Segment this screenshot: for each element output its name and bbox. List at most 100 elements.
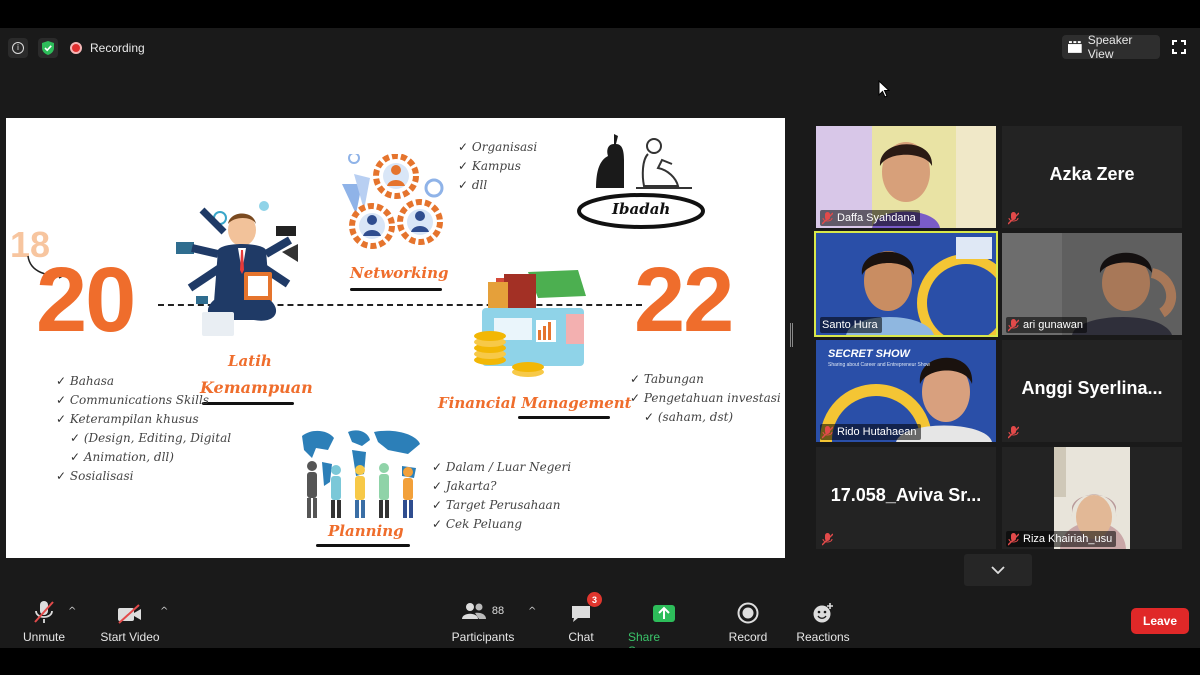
mic-muted-icon [822, 211, 833, 225]
participant-tile-aviva[interactable]: 17.058_Aviva Sr... [816, 447, 996, 549]
mic-muted-icon [822, 532, 833, 546]
participant-tile-rido[interactable]: SECRET SHOW Sharing about Career and Ent… [816, 340, 996, 442]
secret-show-overlay-subtitle: Sharing about Career and Entrepreneur Sh… [828, 362, 931, 368]
view-switch-button[interactable]: Speaker View [1062, 33, 1160, 61]
financial-list: Tabungan Pengetahuan investasi (saham, d… [630, 370, 781, 427]
participant-display-name: 17.058_Aviva Sr... [830, 485, 982, 505]
view-label: Speaker View [1087, 33, 1133, 61]
chat-button[interactable]: 3 Chat [565, 592, 602, 644]
mic-muted-icon [1008, 532, 1019, 546]
participant-name: Santo Hura [822, 319, 878, 331]
fullscreen-icon [1172, 40, 1186, 54]
planning-item: Cek Peluang [432, 515, 571, 534]
participants-button[interactable]: 88 Participants [450, 598, 516, 644]
participant-tile-riza[interactable]: Riza Khairiah_usu [1002, 447, 1182, 549]
ibadah-title: Ibadah [612, 200, 671, 218]
mic-muted-icon [34, 601, 54, 623]
multitask-businessman-illustration [176, 201, 298, 336]
participant-name: Daffa Syahdana [837, 212, 916, 224]
networking-item: Organisasi [458, 138, 537, 157]
participant-name-tag [1006, 210, 1023, 226]
gallery-scroll-down-button[interactable] [964, 554, 1032, 586]
participant-name-tag [820, 531, 837, 547]
participant-tile-daffa[interactable]: Daffa Syahdana [816, 126, 996, 228]
financial-item: Pengetahuan investasi [630, 389, 781, 408]
participant-name-tag: Rido Hutahaean [820, 424, 921, 440]
planning-item: Jakarta? [432, 477, 571, 496]
participant-name-tag: Daffa Syahdana [820, 210, 920, 226]
networking-list: Organisasi Kampus dll [458, 138, 537, 195]
start-video-label: Start Video [100, 630, 160, 644]
leave-meeting-button[interactable]: Leave [1131, 608, 1189, 634]
chat-label: Chat [568, 630, 594, 644]
participants-icon [461, 603, 486, 619]
end-age-number: 22 [634, 249, 734, 351]
letterbox-bottom [0, 648, 1200, 675]
mic-muted-icon [1008, 318, 1019, 332]
participants-count: 88 [491, 605, 505, 617]
reactions-label: Reactions [796, 630, 850, 644]
participant-name: ari gunawan [1023, 319, 1083, 331]
participant-display-name: Anggi Syerlina... [1021, 378, 1163, 398]
latih-item: Bahasa [56, 372, 231, 391]
fullscreen-button[interactable] [1168, 37, 1190, 57]
reactions-button[interactable]: Reactions [796, 598, 850, 644]
audio-options-caret[interactable]: ^ [68, 606, 76, 617]
shield-check-icon [42, 41, 54, 55]
participants-label: Participants [451, 630, 515, 644]
speaker-view-icon [1068, 41, 1082, 53]
start-video-button[interactable]: Start Video [98, 598, 162, 644]
participant-tile-azka[interactable]: Azka Zere [1002, 126, 1182, 228]
prayer-silhouette-illustration [596, 134, 692, 189]
record-label: Record [728, 630, 768, 644]
recording-dot-icon [70, 42, 82, 54]
chevron-down-icon [991, 566, 1005, 574]
networking-underline [350, 288, 442, 291]
participants-options-caret[interactable]: ^ [528, 606, 536, 617]
participant-tile-santo[interactable]: Santo Hura [814, 231, 998, 337]
top-bar: i Recording Speaker View [0, 28, 1200, 68]
latih-list: Bahasa Communications Skills Keterampila… [56, 372, 231, 486]
video-options-caret[interactable]: ^ [160, 606, 168, 617]
shared-screen-slide: 18 20 22 Latih Kemampuan ✓ Bahasa ✓ Comm… [6, 118, 785, 558]
networking-item: Kampus [458, 157, 537, 176]
secret-show-overlay-title: SECRET SHOW [828, 348, 910, 360]
latih-title-line1: Latih [228, 352, 272, 370]
security-button[interactable] [38, 38, 58, 58]
latih-item: Sosialisasi [56, 467, 231, 486]
participant-tile-anggi[interactable]: Anggi Syerlina... [1002, 340, 1182, 442]
participant-tile-ari[interactable]: ari gunawan [1002, 233, 1182, 335]
participant-name-tag: ari gunawan [1006, 317, 1087, 333]
unmute-label: Unmute [22, 630, 66, 644]
panel-resize-handle[interactable] [790, 323, 793, 347]
networking-gears-illustration [342, 154, 444, 249]
financial-underline [518, 416, 610, 419]
meeting-info-button[interactable]: i [8, 38, 28, 58]
add-reaction-icon [813, 603, 833, 623]
unmute-button[interactable]: Unmute [20, 598, 68, 644]
zoom-window: i Recording Speaker View 18 20 22 Latih … [0, 28, 1200, 658]
record-button[interactable]: Record [726, 598, 770, 644]
networking-title: Networking [350, 264, 449, 282]
planning-item: Dalam / Luar Negeri [432, 458, 571, 477]
chat-bubble-icon [572, 606, 590, 622]
info-icon: i [12, 42, 24, 54]
planning-world-map-illustration [302, 430, 420, 518]
mic-muted-icon [1008, 425, 1019, 439]
recording-indicator[interactable]: Recording [70, 40, 145, 56]
financial-item: (saham, dst) [630, 408, 781, 427]
share-screen-icon [653, 605, 675, 622]
video-off-icon [118, 604, 141, 624]
latih-item: Keterampilan khusus [56, 410, 231, 429]
mic-muted-icon [822, 425, 833, 439]
participant-name-tag: Riza Khairiah_usu [1006, 531, 1117, 547]
record-icon [737, 602, 759, 624]
financial-wallet-illustration [474, 270, 586, 377]
networking-item: dll [458, 176, 537, 195]
participant-name-tag: Santo Hura [820, 317, 882, 333]
planning-list: Dalam / Luar Negeri Jakarta? Target Peru… [432, 458, 571, 534]
mouse-cursor-icon [878, 80, 890, 98]
participant-name: Riza Khairiah_usu [1023, 533, 1113, 545]
planning-item: Target Perusahaan [432, 496, 571, 515]
latih-item: Animation, dll) [56, 448, 231, 467]
